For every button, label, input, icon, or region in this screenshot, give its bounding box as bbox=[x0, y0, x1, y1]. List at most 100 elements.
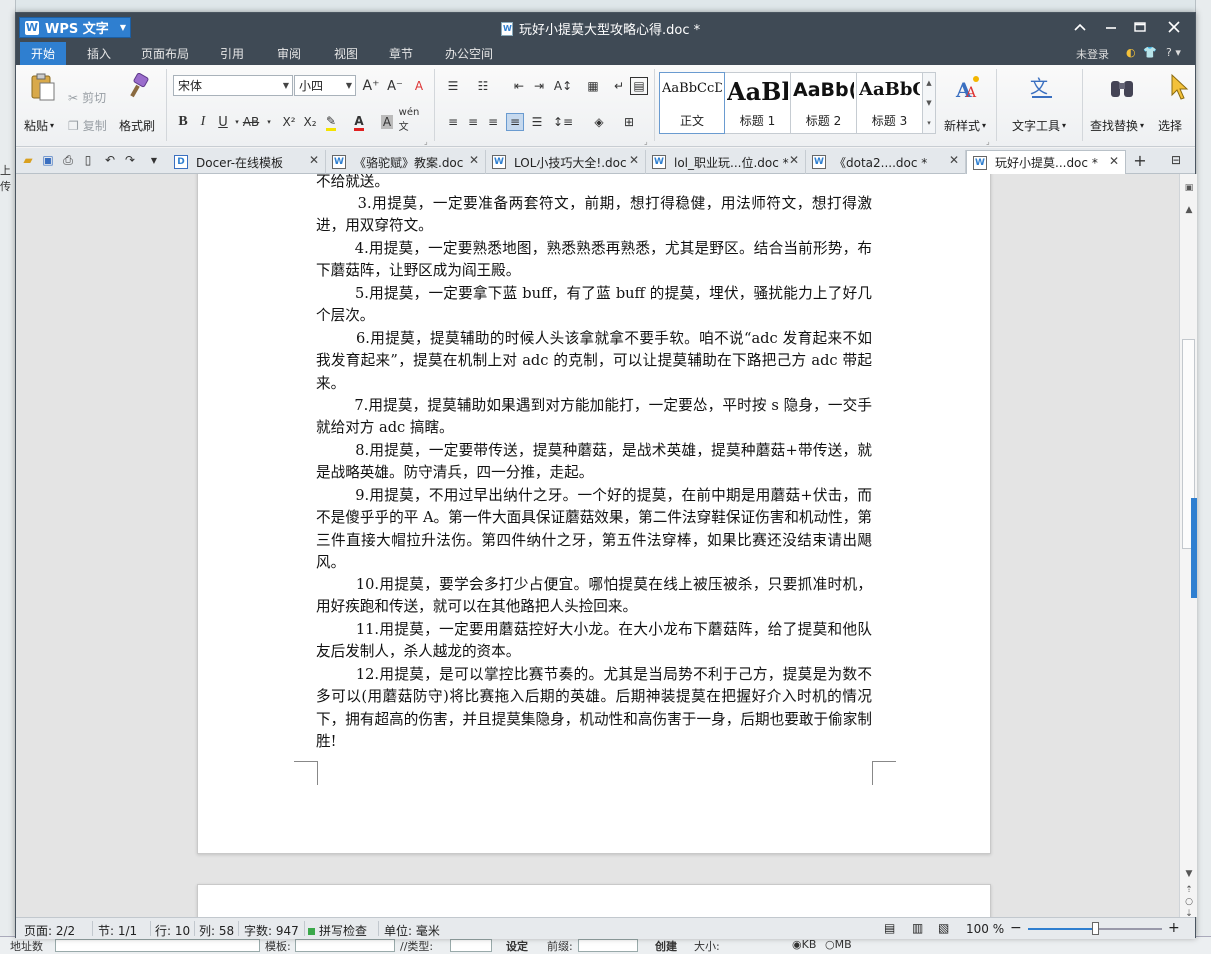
style-heading-1[interactable]: AaBl 标题 1 bbox=[725, 72, 791, 134]
doc-tab-active[interactable]: W 玩好小提莫...doc * ✕ bbox=[966, 150, 1126, 174]
zoom-slider-thumb[interactable] bbox=[1092, 922, 1099, 935]
document-page-next[interactable] bbox=[197, 884, 991, 917]
distributed-icon[interactable]: ☰ bbox=[528, 113, 546, 131]
bg-radio-mb[interactable]: ○MB bbox=[825, 938, 852, 951]
clear-format-icon[interactable]: A bbox=[410, 77, 428, 95]
login-status[interactable]: 未登录 bbox=[1076, 46, 1109, 62]
table-grid-icon[interactable]: ▦ bbox=[584, 77, 602, 95]
page-view-icon[interactable]: ▤ bbox=[884, 921, 895, 935]
highlight-icon[interactable]: ✎ bbox=[322, 113, 340, 131]
undo-icon[interactable]: ↶ bbox=[102, 152, 118, 168]
close-tab-icon[interactable]: ✕ bbox=[309, 153, 319, 167]
document-page[interactable]: 不给就送。 3.用提莫，一定要准备两套符文，前期，想打得稳健，用法师符文，想打得… bbox=[197, 174, 991, 854]
paste-icon[interactable] bbox=[28, 73, 56, 101]
doc-tab[interactable]: D Docer-在线模板 ✕ bbox=[168, 150, 326, 174]
maximize-button[interactable] bbox=[1127, 16, 1153, 38]
paste-button[interactable]: 粘贴 ▾ bbox=[24, 117, 54, 134]
tab-office-space[interactable]: 办公空间 bbox=[438, 42, 500, 65]
style-heading-2[interactable]: AaBb( 标题 2 bbox=[791, 72, 857, 134]
strike-dropdown-icon[interactable]: ▾ bbox=[260, 113, 278, 131]
styles-scroll[interactable]: ▲ ▼ ▾ bbox=[923, 72, 936, 134]
help-button[interactable]: ? ▾ bbox=[1166, 46, 1181, 59]
italic-button[interactable]: I bbox=[194, 113, 212, 131]
bg-set-button[interactable]: 设定 bbox=[506, 938, 528, 954]
font-dialog-launcher-icon[interactable]: ⌟ bbox=[424, 137, 428, 146]
bg-create-button[interactable]: 创建 bbox=[655, 938, 677, 954]
style-heading-3[interactable]: AaBbC 标题 3 bbox=[857, 72, 923, 134]
styles-dialog-launcher-icon[interactable]: ⌟ bbox=[986, 137, 990, 146]
bg-radio-kb[interactable]: ◉KB bbox=[792, 938, 816, 951]
shrink-font-icon[interactable]: A⁻ bbox=[386, 77, 404, 95]
format-painter-button[interactable]: 格式刷 bbox=[119, 117, 155, 134]
app-menu-button[interactable]: W WPS 文字 ▼ bbox=[19, 17, 131, 38]
redo-icon[interactable]: ↷ bbox=[122, 152, 138, 168]
find-replace-button[interactable]: 查找替换 ▾ bbox=[1090, 117, 1144, 134]
bg-select-type[interactable] bbox=[450, 939, 492, 952]
paragraph-mark-icon[interactable]: ↵ bbox=[610, 77, 628, 95]
close-button[interactable] bbox=[1161, 16, 1187, 38]
zoom-in-icon[interactable]: + bbox=[1168, 920, 1180, 936]
subscript-button[interactable]: X₂ bbox=[300, 113, 320, 131]
tab-references[interactable]: 引用 bbox=[212, 42, 252, 65]
tab-chapter[interactable]: 章节 bbox=[381, 42, 421, 65]
style-normal[interactable]: AaBbCcDd 正文 bbox=[659, 72, 725, 134]
bg-input-address[interactable] bbox=[55, 939, 260, 952]
select-button[interactable]: 选择 bbox=[1158, 117, 1182, 134]
bullet-list-icon[interactable]: ☰ bbox=[444, 77, 462, 95]
web-view-icon[interactable]: ▧ bbox=[938, 921, 949, 935]
align-justify-icon[interactable]: ≡ bbox=[506, 113, 524, 131]
print-preview-icon[interactable]: ▯ bbox=[80, 152, 96, 168]
decrease-indent-icon[interactable]: ⇤ bbox=[510, 77, 528, 95]
tab-review[interactable]: 审阅 bbox=[269, 42, 309, 65]
doc-tab[interactable]: W LOL小技巧大全!.doc ✕ bbox=[486, 150, 646, 174]
paragraph-dialog-launcher-icon[interactable]: ⌟ bbox=[644, 137, 648, 146]
scroll-down-icon[interactable]: ▼ bbox=[1183, 868, 1195, 880]
doc-tab[interactable]: W lol_职业玩...位.doc * ✕ bbox=[646, 150, 806, 174]
tab-page-layout[interactable]: 页面布局 bbox=[134, 42, 196, 65]
bg-input-prefix[interactable] bbox=[578, 939, 638, 952]
spellcheck-button[interactable]: 拼写检查 bbox=[308, 922, 367, 939]
align-center-icon[interactable]: ≡ bbox=[464, 113, 482, 131]
minimize-button[interactable] bbox=[1098, 16, 1124, 38]
bold-button[interactable]: B bbox=[174, 113, 192, 131]
numbered-list-icon[interactable]: ☷ bbox=[474, 77, 492, 95]
doc-tab[interactable]: W 《骆驼赋》教案.doc ✕ bbox=[326, 150, 486, 174]
align-right-icon[interactable]: ≡ bbox=[484, 113, 502, 131]
new-style-button[interactable]: 新样式 ▾ bbox=[944, 117, 986, 134]
grow-font-icon[interactable]: A⁺ bbox=[362, 77, 380, 95]
increase-indent-icon[interactable]: ⇥ bbox=[530, 77, 548, 95]
tab-start[interactable]: 开始 bbox=[20, 42, 66, 65]
format-painter-icon[interactable] bbox=[125, 72, 153, 101]
browse-object-icon[interactable]: ○ bbox=[1183, 896, 1195, 908]
tab-list-icon[interactable]: ⊟ bbox=[1168, 152, 1184, 168]
zoom-level[interactable]: 100 % bbox=[966, 922, 1004, 936]
close-tab-icon[interactable]: ✕ bbox=[949, 153, 959, 167]
bg-input-template[interactable] bbox=[295, 939, 395, 952]
char-shading-icon[interactable]: A bbox=[378, 113, 396, 131]
new-tab-icon[interactable]: + bbox=[1132, 151, 1148, 170]
select-cursor-icon[interactable] bbox=[1168, 73, 1196, 101]
skin-icon[interactable]: ◐ bbox=[1126, 46, 1136, 59]
borders-icon[interactable]: ⊞ bbox=[620, 113, 638, 131]
status-page[interactable]: 页面: 2/2 bbox=[24, 922, 75, 939]
font-name-select[interactable]: 宋体 ▼ bbox=[173, 75, 293, 96]
show-hide-icon[interactable]: ▤ bbox=[630, 77, 648, 95]
binoculars-icon[interactable] bbox=[1108, 73, 1136, 101]
prev-page-icon[interactable]: ⇡ bbox=[1183, 884, 1195, 896]
outline-view-icon[interactable]: ▥ bbox=[912, 921, 923, 935]
align-left-icon[interactable]: ≡ bbox=[444, 113, 462, 131]
quick-access-dropdown-icon[interactable]: ▼ bbox=[146, 152, 162, 168]
text-direction-icon[interactable]: A↕ bbox=[554, 77, 572, 95]
superscript-button[interactable]: X² bbox=[278, 113, 300, 131]
phonetic-guide-icon[interactable]: wén 文 bbox=[399, 107, 420, 133]
close-tab-icon[interactable]: ✕ bbox=[789, 153, 799, 167]
print-icon[interactable]: ⎙ bbox=[60, 152, 76, 168]
status-unit[interactable]: 单位: 毫米 bbox=[384, 922, 440, 939]
close-tab-icon[interactable]: ✕ bbox=[469, 153, 479, 167]
font-size-select[interactable]: 小四 ▼ bbox=[294, 75, 356, 96]
shading-icon[interactable]: ◈ bbox=[590, 113, 608, 131]
open-folder-icon[interactable]: ▰ bbox=[20, 152, 36, 168]
scrollbar-top-icon[interactable]: ▣ bbox=[1183, 182, 1195, 194]
tab-insert[interactable]: 插入 bbox=[76, 42, 122, 65]
collapse-ribbon-button[interactable] bbox=[1067, 16, 1093, 38]
